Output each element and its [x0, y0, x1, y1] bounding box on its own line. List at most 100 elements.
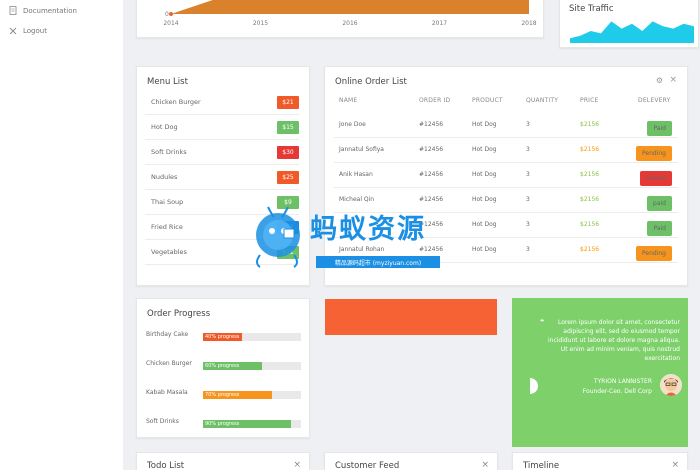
- sidebar-item-documentation[interactable]: Documentation: [8, 6, 77, 15]
- data-point: [169, 12, 173, 16]
- order-product: Hot Dog: [472, 246, 497, 253]
- progress-track: 70% progress: [203, 391, 301, 399]
- testimonial-role: Founder-Ceo. Dell Corp: [582, 388, 652, 395]
- order-name: Jone Doe: [339, 121, 366, 128]
- menu-item-price: $25: [277, 170, 299, 184]
- menu-list-item: Hot Dog $15: [145, 115, 299, 140]
- sidebar: Documentation Logout: [0, 0, 123, 470]
- menu-list-item: Chicken Burger $21: [145, 90, 299, 115]
- table-row: Jone Doe #12456 Hot Dog 3 $2156 Paid: [334, 113, 678, 138]
- testimonial-text: Lorem ipsum dolor sit amet, consectetur …: [547, 319, 680, 362]
- order-price: $2156: [580, 246, 600, 253]
- order-id: #12456: [419, 196, 444, 203]
- ant-mascot-logo: [256, 206, 300, 268]
- order-name: Jannatul Sofiya: [339, 146, 384, 153]
- testimonial-name: TYRION LANNISTER: [593, 378, 652, 385]
- sales-area: [171, 0, 529, 14]
- col-header-name: NAME: [339, 97, 358, 104]
- x-tick-label: 2015: [253, 20, 268, 27]
- x-tick-label: 2017: [432, 20, 447, 27]
- menu-item-name: Chicken Burger: [151, 98, 201, 106]
- delivery-status-button[interactable]: paid: [647, 196, 672, 211]
- order-quantity: 3: [526, 146, 530, 153]
- close-icon[interactable]: ×: [669, 75, 677, 85]
- order-id: #12456: [419, 146, 444, 153]
- todo-list-title: Todo List: [147, 461, 185, 470]
- progress-track: 90% progress: [203, 420, 301, 428]
- order-price: $2156: [580, 196, 600, 203]
- menu-list-item: Soft Drinks $30: [145, 140, 299, 165]
- order-quantity: 3: [526, 246, 530, 253]
- order-id: #12456: [419, 171, 444, 178]
- y-tick-label: 0: [165, 11, 169, 18]
- avatar: [660, 374, 682, 396]
- progress-bar: 60% progress: [203, 362, 262, 370]
- delivery-status-button[interactable]: Pending: [636, 246, 672, 261]
- menu-item-name: Hot Dog: [151, 123, 178, 131]
- menu-item-name: Fried Rice: [151, 223, 183, 231]
- menu-list-title: Menu List: [147, 77, 188, 87]
- site-traffic-chart: [570, 21, 694, 43]
- menu-item-name: Vegetables: [151, 248, 187, 256]
- order-product: Hot Dog: [472, 171, 497, 178]
- col-header-delivery: DELEVERY: [638, 97, 671, 104]
- online-order-title: Online Order List: [335, 77, 407, 87]
- order-product: Hot Dog: [472, 121, 497, 128]
- watermark-subtitle: 精品源码超市 (myziyuan.com): [316, 256, 440, 268]
- progress-track: 60% progress: [203, 362, 301, 370]
- sidebar-item-label: Documentation: [23, 6, 77, 15]
- progress-label: Chicken Burger: [146, 360, 192, 367]
- sales-area-chart: 2014 2015 2016 2017 2018 0: [163, 0, 537, 27]
- progress-bar: 70% progress: [203, 391, 272, 399]
- close-icon[interactable]: ×: [671, 460, 679, 470]
- menu-item-price: $21: [277, 95, 299, 109]
- col-header-price: PRICE: [580, 97, 599, 104]
- order-product: Hot Dog: [472, 196, 497, 203]
- order-price: $2156: [580, 146, 600, 153]
- order-quantity: 3: [526, 221, 530, 228]
- gear-icon[interactable]: ⚙: [656, 76, 663, 85]
- progress-bar: 90% progress: [203, 420, 292, 428]
- menu-item-price: $30: [277, 145, 299, 159]
- close-icon[interactable]: ×: [481, 460, 489, 470]
- delivery-status-button[interactable]: Paid: [647, 221, 672, 236]
- order-quantity: 3: [526, 171, 530, 178]
- x-tick-label: 2018: [521, 20, 536, 27]
- carousel-prev-arrow[interactable]: [530, 378, 538, 394]
- progress-label: Kabab Masala: [146, 389, 188, 396]
- x-tick-label: 2014: [163, 20, 178, 27]
- order-price: $2156: [580, 221, 600, 228]
- col-header-order-id: ORDER ID: [419, 97, 451, 104]
- delivery-status-button[interactable]: Cancel: [639, 171, 672, 186]
- table-row: Anik Hasan #12456 Hot Dog 3 $2156 Cancel: [334, 163, 678, 188]
- watermark: 蚂蚁资源 精品源码超市 (myziyuan.com): [250, 205, 450, 275]
- progress-label: Birthday Cake: [146, 331, 189, 338]
- order-product: Hot Dog: [472, 146, 497, 153]
- col-header-quantity: QUANTITY: [526, 97, 559, 104]
- close-icon: [8, 26, 17, 35]
- menu-item-price: $15: [277, 120, 299, 134]
- close-icon[interactable]: ×: [293, 460, 301, 470]
- order-progress-title: Order Progress: [147, 309, 211, 319]
- order-id: #12456: [419, 121, 444, 128]
- order-name: Micheal Qin: [339, 196, 375, 203]
- progress-bar: 40% progress: [203, 333, 243, 341]
- document-icon: [8, 6, 17, 15]
- todo-list-card: Todo List ×: [136, 452, 310, 470]
- order-price: $2156: [580, 171, 600, 178]
- delivery-status-button[interactable]: Paid: [647, 121, 672, 136]
- timeline-title: Timeline: [523, 461, 560, 470]
- watermark-title: 蚂蚁资源: [310, 214, 426, 245]
- order-product: Hot Dog: [472, 221, 497, 228]
- progress-track: 40% progress: [203, 333, 301, 341]
- customer-feed-title: Customer Feed: [335, 461, 400, 470]
- sidebar-item-logout[interactable]: Logout: [8, 26, 47, 35]
- sidebar-item-label: Logout: [23, 26, 47, 35]
- order-quantity: 3: [526, 196, 530, 203]
- delivery-status-button[interactable]: Pending: [636, 146, 672, 161]
- menu-item-name: Thai Soup: [151, 198, 184, 206]
- sales-chart-card: 2014 2015 2016 2017 2018 0: [136, 0, 544, 38]
- timeline-card: Timeline ×: [512, 452, 688, 470]
- traffic-area: [570, 21, 694, 43]
- site-traffic-card: Site Traffic: [559, 0, 699, 48]
